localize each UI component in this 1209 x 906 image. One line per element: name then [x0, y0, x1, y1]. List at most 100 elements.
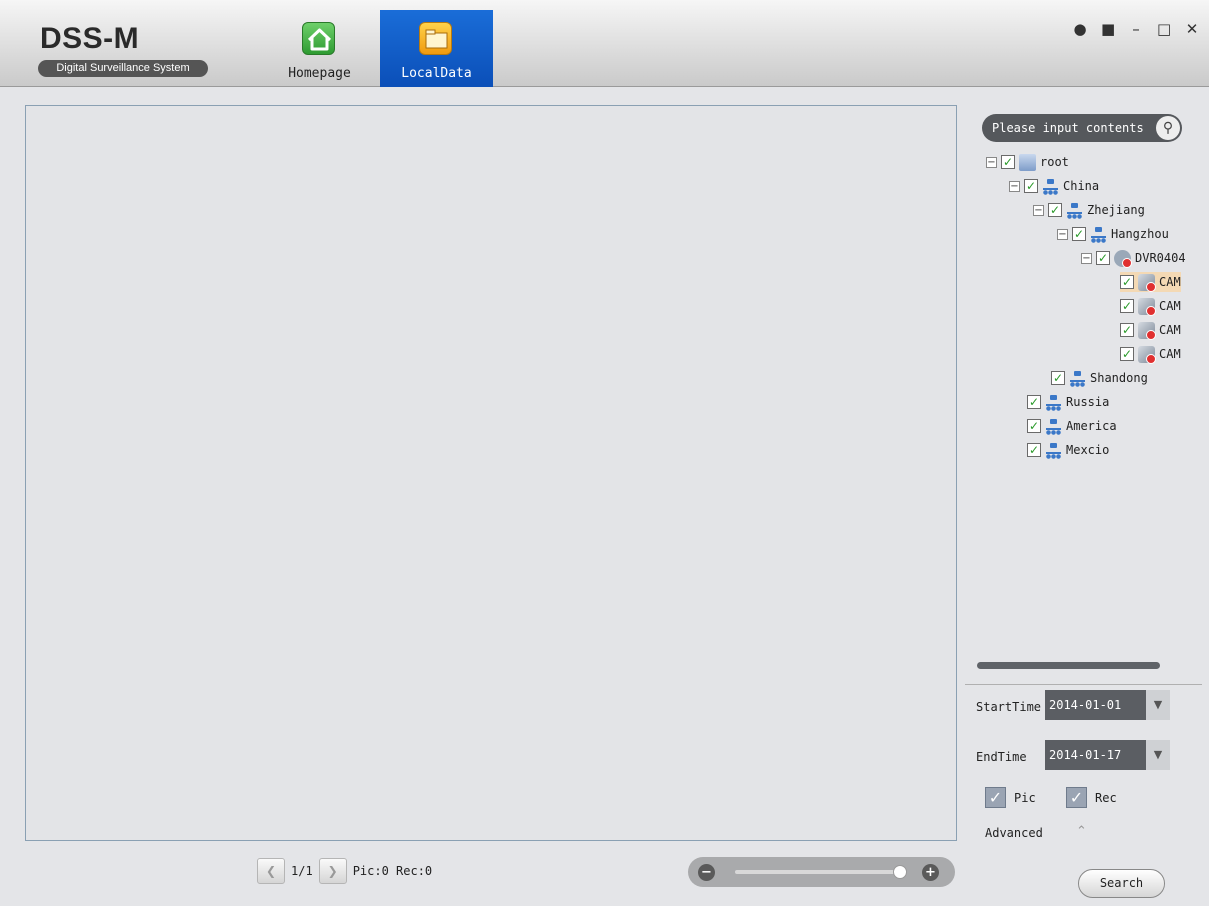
tree-node-label: CAM: [1159, 323, 1181, 337]
camera-icon: [1138, 321, 1156, 340]
tab-localdata-label: LocalData: [401, 66, 472, 81]
window-controls: ● ■ – □ ✕: [1073, 20, 1199, 38]
tree-node-root[interactable]: − ✓ root: [986, 152, 1069, 172]
panel-divider: [965, 684, 1202, 685]
dvr-icon: [1114, 249, 1132, 268]
tree-node-camera[interactable]: ✓ CAM: [1120, 296, 1181, 316]
tree-node-label: root: [1040, 155, 1069, 169]
dropdown-arrow-icon[interactable]: ▼: [1146, 690, 1170, 720]
page-indicator: 1/1: [291, 864, 313, 878]
pic-label: Pic: [1014, 791, 1036, 805]
collapse-icon[interactable]: −: [1009, 180, 1020, 192]
search-button[interactable]: Search: [1078, 869, 1165, 898]
close-icon[interactable]: ✕: [1185, 20, 1199, 38]
app-logo-title: DSS-M: [40, 22, 140, 55]
zoom-track[interactable]: [735, 870, 900, 874]
tree-node-zhejiang[interactable]: − ✓ Zhejiang: [1033, 200, 1145, 220]
tab-homepage[interactable]: Homepage: [263, 10, 376, 87]
tree-node-label: Russia: [1066, 395, 1110, 409]
dropdown-arrow-icon[interactable]: ▼: [1146, 740, 1170, 770]
org-icon: [1066, 202, 1083, 219]
collapse-icon[interactable]: −: [986, 156, 997, 168]
tree-checkbox[interactable]: ✓: [1051, 371, 1065, 385]
tree-node-label: CAM: [1159, 347, 1181, 361]
collapse-icon[interactable]: −: [1057, 228, 1068, 240]
tree-checkbox[interactable]: ✓: [1096, 251, 1110, 265]
tree-node-china[interactable]: − ✓ China: [1009, 176, 1099, 196]
folder-icon: [419, 22, 452, 55]
maximize-icon[interactable]: □: [1157, 20, 1171, 38]
tree-checkbox[interactable]: ✓: [1024, 179, 1038, 193]
camera-icon: [1138, 345, 1156, 364]
tree-node-label: CAM: [1159, 299, 1181, 313]
home-icon: [302, 22, 335, 55]
search-icon[interactable]: ⚲: [1156, 116, 1180, 140]
root-icon: [1019, 153, 1036, 171]
device-tree: − ✓ root − ✓ China − ✓ Zhejiang − ✓ Hang…: [980, 152, 1202, 652]
tree-checkbox[interactable]: ✓: [1027, 443, 1041, 457]
tree-node-label: Hangzhou: [1111, 227, 1169, 241]
rec-checkbox[interactable]: ✓: [1066, 787, 1087, 808]
user-icon[interactable]: ●: [1073, 20, 1087, 38]
tree-checkbox[interactable]: ✓: [1027, 419, 1041, 433]
org-icon: [1042, 178, 1059, 195]
prev-page-button[interactable]: ❮: [257, 858, 285, 884]
zoom-knob[interactable]: [893, 865, 907, 879]
tree-node-america[interactable]: ✓ America: [1027, 416, 1117, 436]
tab-localdata[interactable]: LocalData: [380, 10, 493, 87]
tree-checkbox[interactable]: ✓: [1027, 395, 1041, 409]
org-icon: [1045, 394, 1062, 411]
tree-checkbox[interactable]: ✓: [1001, 155, 1015, 169]
search-placeholder: Please input contents: [992, 121, 1144, 135]
tree-node-mexcio[interactable]: ✓ Mexcio: [1027, 440, 1109, 460]
org-icon: [1045, 418, 1062, 435]
tree-node-label: Mexcio: [1066, 443, 1110, 457]
title-bar: DSS-M Digital Surveillance System Homepa…: [0, 0, 1209, 87]
minimize-icon[interactable]: –: [1129, 20, 1143, 38]
zoom-in-icon[interactable]: +: [922, 864, 939, 881]
collapse-icon[interactable]: −: [1033, 204, 1044, 216]
tree-node-camera[interactable]: ✓ CAM: [1120, 344, 1181, 364]
tree-checkbox[interactable]: ✓: [1048, 203, 1062, 217]
tree-node-russia[interactable]: ✓ Russia: [1027, 392, 1109, 412]
tree-node-label: America: [1066, 419, 1117, 433]
tree-node-label: China: [1063, 179, 1100, 193]
start-time-label: StartTime: [976, 700, 1042, 714]
tree-node-label: DVR0404: [1135, 251, 1186, 265]
camera-icon: [1138, 273, 1156, 292]
next-page-button[interactable]: ❯: [318, 858, 347, 884]
zoom-slider[interactable]: − +: [688, 857, 955, 887]
tree-node-camera[interactable]: ✓ CAM: [1120, 320, 1181, 340]
tree-checkbox[interactable]: ✓: [1072, 227, 1086, 241]
end-time-field[interactable]: 2014-01-17 ▼: [1045, 740, 1170, 770]
end-time-label: EndTime: [976, 750, 1027, 764]
org-icon: [1045, 442, 1062, 459]
file-counts: Pic:0 Rec:0: [352, 864, 433, 878]
rec-label: Rec: [1095, 791, 1117, 805]
tree-horizontal-scrollbar[interactable]: [977, 662, 1160, 669]
local-data-viewer: [25, 105, 957, 841]
end-time-value: 2014-01-17: [1049, 748, 1122, 762]
tree-checkbox[interactable]: ✓: [1120, 275, 1134, 289]
tree-node-hangzhou[interactable]: − ✓ Hangzhou: [1057, 224, 1169, 244]
tree-checkbox[interactable]: ✓: [1120, 299, 1134, 313]
tree-checkbox[interactable]: ✓: [1120, 347, 1134, 361]
camera-icon: [1138, 297, 1156, 316]
device-search-input[interactable]: Please input contents ⚲: [982, 114, 1182, 142]
pager: ❮ 1/1 ❯ Pic:0 Rec:0: [257, 858, 432, 884]
tree-node-dvr[interactable]: − ✓ DVR0404: [1081, 248, 1186, 268]
start-time-value: 2014-01-01: [1049, 698, 1122, 712]
collapse-icon[interactable]: −: [1081, 252, 1092, 264]
tab-homepage-label: Homepage: [288, 66, 351, 81]
pic-checkbox[interactable]: ✓: [985, 787, 1006, 808]
start-time-field[interactable]: 2014-01-01 ▼: [1045, 690, 1170, 720]
advanced-toggle[interactable]: Advanced: [985, 826, 1043, 840]
tree-checkbox[interactable]: ✓: [1120, 323, 1134, 337]
lock-icon[interactable]: ■: [1101, 20, 1115, 38]
org-icon: [1069, 370, 1086, 387]
app-logo-subtitle: Digital Surveillance System: [38, 60, 208, 77]
zoom-out-icon[interactable]: −: [698, 864, 715, 881]
chevron-up-icon[interactable]: ⌃: [1076, 824, 1087, 839]
tree-node-shandong[interactable]: ✓ Shandong: [1051, 368, 1148, 388]
tree-node-camera[interactable]: ✓ CAM: [1120, 272, 1181, 292]
